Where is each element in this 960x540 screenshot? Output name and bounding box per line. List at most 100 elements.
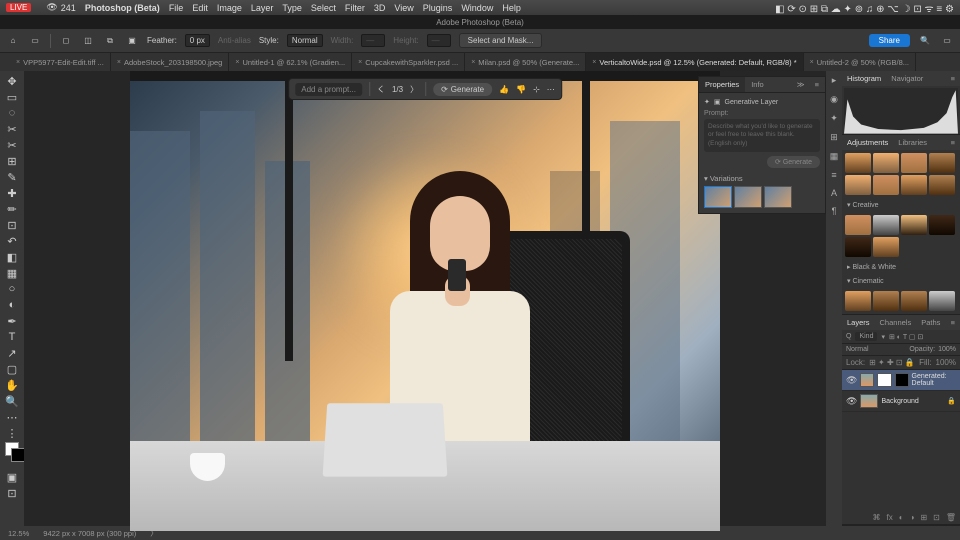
menu-type[interactable]: Type [282, 3, 302, 13]
tab-3[interactable]: ×CupcakewithSparkler.psd ... [352, 53, 465, 71]
layer-name[interactable]: Generated: Default [912, 373, 956, 387]
visibility-icon[interactable]: 👁 [846, 375, 857, 386]
tab-0[interactable]: ×VPP5977-Edit-Edit.tiff ... [10, 53, 111, 71]
thumbs-down-icon[interactable]: 👎 [516, 85, 526, 94]
preset-thumb[interactable] [873, 153, 899, 173]
heal-tool[interactable]: ✚ [1, 185, 23, 201]
dock-icon-6[interactable]: ≡ [831, 170, 836, 180]
preset-thumb[interactable] [929, 175, 955, 195]
panel-menu-icon[interactable]: ≡ [809, 77, 825, 92]
generate-button[interactable]: ⟳ Generate [433, 83, 492, 96]
lasso-tool[interactable]: ◌ [1, 105, 23, 121]
panel-collapse-icon[interactable]: ≫ [791, 77, 809, 92]
layer-fx-icon[interactable]: fx [887, 513, 893, 522]
panel-menu-icon[interactable]: ≡ [946, 71, 960, 86]
eyedropper-tool[interactable]: ✎ [1, 169, 23, 185]
edit-toolbar[interactable]: ⋮ [1, 425, 23, 441]
stamp-tool[interactable]: ⊡ [1, 217, 23, 233]
opacity-input[interactable]: 100% [938, 346, 956, 353]
preset-thumb[interactable] [873, 291, 899, 311]
menu-image[interactable]: Image [217, 3, 242, 13]
preset-thumb[interactable] [873, 215, 899, 235]
selection-intersect-icon[interactable]: ▣ [125, 34, 139, 48]
group-icon[interactable]: ⊞ [920, 513, 927, 522]
prev-variation-button[interactable]: く [377, 84, 385, 95]
pen-tool[interactable]: ✒ [1, 313, 23, 329]
dock-icon-7[interactable]: A [831, 188, 837, 198]
quickmask-tool[interactable]: ▣ [1, 469, 23, 485]
panel-menu-icon[interactable]: ≡ [946, 315, 960, 330]
preset-thumb[interactable] [901, 153, 927, 173]
layer-mask-icon[interactable]: ◐ [899, 513, 904, 522]
zoom-level[interactable]: 12.5% [8, 529, 29, 538]
select-and-mask-button[interactable]: Select and Mask... [459, 33, 543, 48]
thumbs-up-icon[interactable]: 👍 [499, 85, 509, 94]
menu-help[interactable]: Help [502, 3, 521, 13]
menu-select[interactable]: Select [311, 3, 336, 13]
menu-filter[interactable]: Filter [345, 3, 365, 13]
frame-tool[interactable]: ⊞ [1, 153, 23, 169]
panel-generate-button[interactable]: ⟳ Generate [767, 156, 820, 168]
doc-dimensions[interactable]: 9422 px x 7008 px (300 ppi) [43, 529, 136, 538]
style-select[interactable]: Normal [287, 34, 323, 47]
link-layers-icon[interactable]: ⌘ [873, 513, 881, 522]
eraser-tool[interactable]: ◧ [1, 249, 23, 265]
variation-thumb-3[interactable] [764, 186, 792, 208]
layer-filter-kind[interactable]: Kind [855, 332, 877, 341]
tab-1[interactable]: ×AdobeStock_203198500.jpeg [111, 53, 230, 71]
crop-tool[interactable]: ✂ [1, 137, 23, 153]
new-layer-icon[interactable]: ⊡ [933, 513, 940, 522]
menu-window[interactable]: Window [461, 3, 493, 13]
preset-thumb[interactable] [873, 175, 899, 195]
tab-2[interactable]: ×Untitled-1 @ 62.1% (Gradien... [229, 53, 352, 71]
channels-tab[interactable]: Channels [875, 315, 917, 330]
menu-view[interactable]: View [394, 3, 413, 13]
dodge-tool[interactable]: ◐ [1, 297, 23, 313]
preset-thumb[interactable] [929, 153, 955, 173]
app-name[interactable]: Photoshop (Beta) [85, 3, 160, 13]
next-variation-button[interactable]: 〉 [410, 84, 418, 95]
visibility-icon[interactable]: 👁 [846, 396, 857, 407]
hand-tool[interactable]: ✋ [1, 377, 23, 393]
dock-icon-4[interactable]: ⊞ [830, 132, 838, 143]
selection-new-icon[interactable]: ◻ [59, 34, 73, 48]
color-swatch[interactable] [1, 441, 23, 457]
layer-item[interactable]: 👁 Generated: Default [842, 370, 960, 391]
menu-layer[interactable]: Layer [251, 3, 274, 13]
layers-tab[interactable]: Layers [842, 315, 875, 330]
preset-thumb[interactable] [845, 237, 871, 257]
tab-4[interactable]: ×Milan.psd @ 50% (Generate... [465, 53, 586, 71]
menu-edit[interactable]: Edit [192, 3, 208, 13]
preset-thumb[interactable] [845, 153, 871, 173]
dock-icon-3[interactable]: ✦ [830, 113, 838, 124]
creative-label[interactable]: Creative [852, 202, 878, 209]
preset-thumb[interactable] [845, 175, 871, 195]
menu-file[interactable]: File [169, 3, 184, 13]
preset-thumb[interactable] [873, 237, 899, 257]
dock-icon-8[interactable]: ¶ [832, 206, 837, 216]
cinematic-label[interactable]: Cinematic [852, 278, 883, 285]
fill-input[interactable]: 100% [936, 358, 956, 367]
blend-mode-select[interactable]: Normal [846, 346, 869, 353]
gradient-tool[interactable]: ▦ [1, 265, 23, 281]
search-icon[interactable]: 🔍 [918, 34, 932, 48]
preset-thumb[interactable] [901, 291, 927, 311]
prompt-input[interactable]: Add a prompt... [295, 83, 362, 96]
bw-label[interactable]: Black & White [852, 264, 896, 271]
shape-tool[interactable]: ▢ [1, 361, 23, 377]
preset-thumb[interactable] [901, 175, 927, 195]
preset-thumb[interactable] [845, 215, 871, 235]
lock-icon[interactable]: 🔒 [947, 397, 956, 405]
panel-menu-icon[interactable]: ≡ [946, 135, 960, 150]
adjustment-layer-icon[interactable]: ◑ [910, 513, 915, 522]
screenmode-tool[interactable]: ⊡ [1, 485, 23, 501]
menubar-right-icons[interactable]: ◧ ⟳ ⊙ ⊞ ⧉ ☁ ✦ ⊚ ♫ ⊕ ⌥ ☽ ⊡ ᯤ ≡ ⚙ [775, 1, 954, 15]
marquee-tool-icon[interactable]: ▭ [28, 34, 42, 48]
dock-icon-1[interactable]: ▸ [832, 75, 837, 86]
dock-icon-2[interactable]: ◉ [830, 94, 838, 105]
brush-tool[interactable]: ✏ [1, 201, 23, 217]
dock-icon-5[interactable]: ▦ [830, 151, 839, 162]
path-tool[interactable]: ↗ [1, 345, 23, 361]
move-tool[interactable]: ✥ [1, 73, 23, 89]
preset-thumb[interactable] [901, 215, 927, 235]
